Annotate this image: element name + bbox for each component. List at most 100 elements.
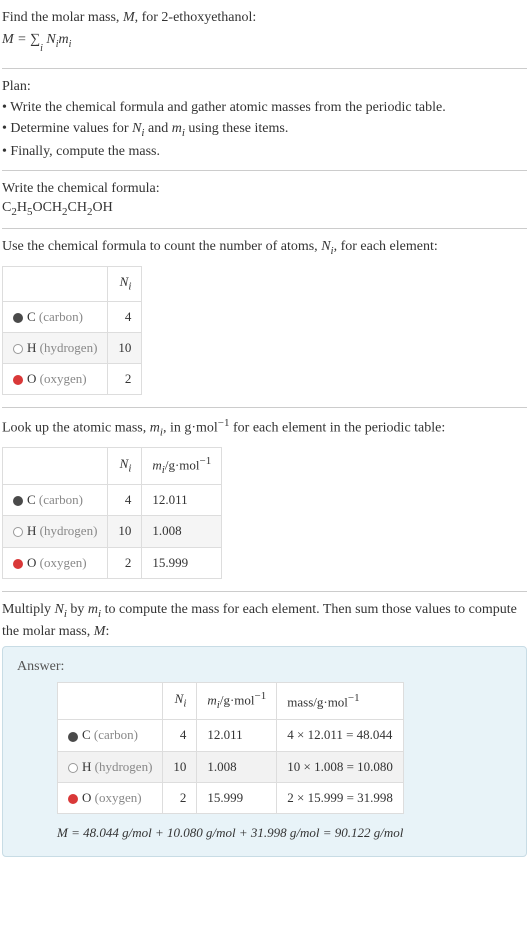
chem-part: C	[2, 200, 11, 215]
answer-box: Answer: Ni mi/g·mol−1 mass/g·mol−1 C (ca…	[2, 646, 527, 858]
header-mi: mi/g·mol−1	[197, 683, 277, 720]
header-mass: mass/g·mol−1	[277, 683, 404, 720]
oxygen-swatch-icon	[68, 794, 78, 804]
count-value: 4	[163, 720, 197, 751]
header-Ni: Ni	[108, 266, 142, 301]
answer-table: Ni mi/g·mol−1 mass/g·mol−1 C (carbon) 4 …	[57, 682, 404, 814]
mass-exp: −1	[218, 417, 230, 429]
count-intro: Use the chemical formula to count the nu…	[2, 237, 527, 259]
carbon-swatch-icon	[13, 496, 23, 506]
chem-part: CH	[68, 200, 87, 215]
final-molar-mass: M = 48.044 g/mol + 10.080 g/mol + 31.998…	[57, 824, 512, 842]
count-value: 10	[163, 751, 197, 782]
table-header-row: Ni mi/g·mol−1	[3, 447, 222, 484]
chem-formula: C2H5OCH2CH2OH	[2, 198, 527, 220]
plan-item: • Determine values for Ni and mi using t…	[2, 119, 527, 141]
mult-text: Multiply	[2, 602, 55, 617]
multiply-section: Multiply Ni by mi to compute the mass fo…	[2, 600, 527, 642]
count-value: 2	[108, 547, 142, 578]
table-row: H (hydrogen) 10 1.008 10 × 1.008 = 10.08…	[58, 751, 404, 782]
hydrogen-swatch-icon	[68, 763, 78, 773]
element-symbol: H	[82, 759, 91, 774]
answer-title: Answer:	[17, 657, 512, 677]
mass-table: Ni mi/g·mol−1 C (carbon) 4 12.011 H (hyd…	[2, 447, 222, 579]
multiply-text: Multiply Ni by mi to compute the mass fo…	[2, 600, 527, 642]
count-text: Use the chemical formula to count the nu…	[2, 239, 321, 254]
mult-N: N	[55, 602, 64, 617]
element-symbol: O	[27, 371, 36, 386]
count-section: Use the chemical formula to count the nu…	[2, 237, 527, 395]
calc-value: 2 × 15.999 = 31.998	[277, 782, 404, 813]
element-symbol: H	[27, 340, 36, 355]
formula-sub-i: i	[40, 42, 43, 56]
intro-section: Find the molar mass, M, for 2-ethoxyetha…	[2, 8, 527, 56]
plan-text: and	[144, 121, 171, 136]
empty-header	[3, 266, 108, 301]
plan-item: • Finally, compute the mass.	[2, 142, 527, 162]
table-row: C (carbon) 4	[3, 301, 142, 332]
element-name: (oxygen)	[40, 371, 87, 386]
count-value: 2	[108, 363, 142, 394]
mass-value: 12.011	[197, 720, 277, 751]
element-symbol: C	[27, 309, 36, 324]
formula-m: m	[59, 32, 69, 47]
count-value: 10	[108, 516, 142, 547]
count-value: 2	[163, 782, 197, 813]
mass-value: 15.999	[197, 782, 277, 813]
intro-m: M	[123, 10, 135, 25]
count-value: 4	[108, 301, 142, 332]
mass-text: for each element in the periodic table:	[230, 421, 446, 436]
element-symbol: O	[27, 555, 36, 570]
count-value: 4	[108, 485, 142, 516]
header-Ni: Ni	[163, 683, 197, 720]
formula-N: N	[46, 32, 55, 47]
mass-text: , in g·mol	[163, 421, 218, 436]
mass-value: 12.011	[142, 485, 222, 516]
element-cell: H (hydrogen)	[3, 332, 108, 363]
element-cell: H (hydrogen)	[58, 751, 163, 782]
divider	[2, 228, 527, 229]
element-cell: C (carbon)	[3, 301, 108, 332]
divider	[2, 170, 527, 171]
plan-text: • Determine values for	[2, 121, 132, 136]
oxygen-swatch-icon	[13, 559, 23, 569]
hydrogen-swatch-icon	[13, 344, 23, 354]
plan-list: • Write the chemical formula and gather …	[2, 98, 527, 161]
element-name: (oxygen)	[40, 555, 87, 570]
intro-text-b: , for 2-ethoxyethanol:	[135, 10, 257, 25]
formula-sum: M = ∑	[2, 32, 40, 47]
chem-formula-section: Write the chemical formula: C2H5OCH2CH2O…	[2, 179, 527, 221]
chem-part: OCH	[32, 200, 62, 215]
plan-item: • Write the chemical formula and gather …	[2, 98, 527, 118]
mult-M: M	[94, 624, 106, 639]
element-symbol: C	[82, 727, 91, 742]
mult-m: m	[88, 602, 98, 617]
table-row: C (carbon) 4 12.011	[3, 485, 222, 516]
divider	[2, 68, 527, 69]
element-name: (carbon)	[94, 727, 138, 742]
header-Ni: Ni	[108, 447, 142, 484]
header-mi: mi/g·mol−1	[142, 447, 222, 484]
element-cell: C (carbon)	[58, 720, 163, 751]
chem-part: OH	[92, 200, 112, 215]
mass-value: 15.999	[142, 547, 222, 578]
carbon-swatch-icon	[68, 732, 78, 742]
table-row: O (oxygen) 2 15.999	[3, 547, 222, 578]
mass-text: Look up the atomic mass,	[2, 421, 150, 436]
table-row: O (oxygen) 2	[3, 363, 142, 394]
plan-m: m	[172, 121, 182, 136]
element-name: (hydrogen)	[40, 523, 98, 538]
carbon-swatch-icon	[13, 313, 23, 323]
element-name: (hydrogen)	[40, 340, 98, 355]
intro-line: Find the molar mass, M, for 2-ethoxyetha…	[2, 8, 527, 28]
chem-title: Write the chemical formula:	[2, 179, 527, 199]
element-symbol: C	[27, 492, 36, 507]
mass-value: 1.008	[142, 516, 222, 547]
mass-intro: Look up the atomic mass, mi, in g·mol−1 …	[2, 416, 527, 441]
element-symbol: O	[82, 790, 91, 805]
mass-m: m	[150, 421, 160, 436]
element-cell: O (oxygen)	[3, 363, 108, 394]
element-cell: O (oxygen)	[3, 547, 108, 578]
oxygen-swatch-icon	[13, 375, 23, 385]
table-row: H (hydrogen) 10	[3, 332, 142, 363]
